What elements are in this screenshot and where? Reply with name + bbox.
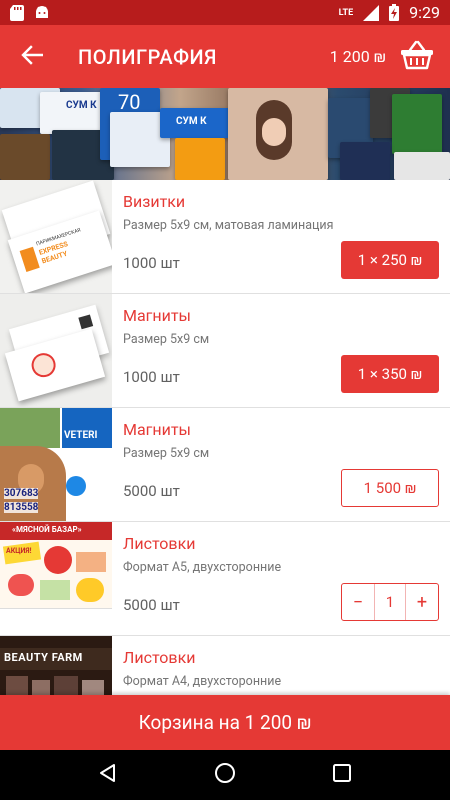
battery-charging-icon (389, 4, 400, 21)
thumbnail-text: 307683 (4, 488, 39, 499)
product-info: Листовки Формат А4, двухсторонние (112, 636, 450, 695)
recents-square-icon (332, 764, 351, 786)
product-thumbnail: ПАРИКМАХЕРСКАЯ EXPRESS BEAUTY (0, 180, 112, 293)
decrement-button[interactable]: − (342, 584, 374, 620)
product-quantity: 5000 шт (123, 596, 180, 614)
clock: 9:29 (409, 3, 440, 22)
product-description: Размер 5x9 см (123, 332, 210, 347)
banner-card (228, 88, 328, 180)
promo-banner[interactable]: СУМ К 70 СУМ К (0, 88, 450, 180)
quantity-stepper: − 1 + (341, 583, 439, 621)
list-item[interactable]: «МЯСНОЙ БАЗАР» АКЦИЯ! Листовки Формат А5… (0, 522, 450, 636)
product-name[interactable]: Листовки (123, 534, 195, 553)
product-info: Листовки Формат А5, двухсторонние 5000 ш… (112, 522, 450, 635)
product-name[interactable]: Визитки (123, 192, 185, 211)
cart-button[interactable] (392, 25, 442, 88)
app-bar: ПОЛИГРАФИЯ 1 200 ₪ (0, 25, 450, 88)
product-list[interactable]: ПАРИКМАХЕРСКАЯ EXPRESS BEAUTY Визитки Ра… (0, 180, 450, 695)
status-bar: LTE 9:29 (0, 0, 450, 25)
list-item[interactable]: ПАРИКМАХЕРСКАЯ EXPRESS BEAUTY Визитки Ра… (0, 180, 450, 294)
signal-icon (363, 4, 380, 21)
product-name[interactable]: Магниты (123, 306, 191, 325)
home-circle-icon (214, 762, 236, 788)
nav-home-button[interactable] (205, 755, 245, 795)
page-title: ПОЛИГРАФИЯ (78, 44, 217, 69)
thumbnail-text: АКЦИЯ! (6, 547, 32, 555)
sd-card-icon (10, 4, 24, 21)
product-name[interactable]: Листовки (123, 648, 195, 667)
list-item[interactable]: BEAUTY FARM Листовки Формат А4, двухстор… (0, 636, 450, 695)
product-info: Визитки Размер 5x9 см, матовая ламинация… (112, 180, 450, 293)
network-type-label: LTE (338, 7, 354, 18)
product-description: Формат А5, двухсторонние (123, 560, 282, 575)
nav-recents-button[interactable] (322, 755, 362, 795)
product-quantity: 1000 шт (123, 254, 180, 272)
product-thumbnail: BEAUTY FARM (0, 636, 112, 695)
product-thumbnail (0, 294, 112, 407)
arrow-back-icon (21, 44, 44, 70)
system-nav-bar (0, 750, 450, 800)
add-to-cart-button[interactable]: 1 × 250 ₪ (341, 241, 439, 279)
checkout-button[interactable]: Корзина на 1 200 ₪ (0, 695, 450, 750)
banner-card (394, 152, 450, 180)
product-thumbnail: «МЯСНОЙ БАЗАР» АКЦИЯ! (0, 522, 112, 635)
back-triangle-icon (98, 763, 118, 787)
product-quantity: 5000 шт (123, 482, 180, 500)
nav-back-button[interactable] (88, 755, 128, 795)
product-description: Размер 5x9 см, матовая ламинация (123, 218, 334, 233)
product-info: Магниты Размер 5x9 см 1000 шт 1 × 350 ₪ (112, 294, 450, 407)
thumbnail-text: BEAUTY FARM (4, 651, 83, 664)
product-description: Формат А4, двухсторонние (123, 674, 282, 689)
increment-button[interactable]: + (406, 584, 438, 620)
list-item[interactable]: Магниты Размер 5x9 см 1000 шт 1 × 350 ₪ (0, 294, 450, 408)
thumbnail-text: VETERI (64, 430, 98, 441)
banner-card (340, 142, 390, 180)
basket-icon (400, 40, 434, 74)
banner-card-text: 70 (118, 90, 141, 114)
banner-card (392, 94, 442, 154)
banner-card: СУМ К (160, 108, 230, 138)
thumbnail-text: 813558 (4, 502, 39, 513)
back-button[interactable] (0, 25, 64, 88)
android-icon (34, 5, 50, 21)
stepper-value: 1 (374, 584, 406, 620)
banner-card (0, 134, 50, 180)
add-to-cart-button[interactable]: 1 × 350 ₪ (341, 355, 439, 393)
banner-card-text: СУМ К (176, 116, 207, 127)
add-to-cart-button[interactable]: 1 500 ₪ (341, 469, 439, 507)
product-info: Магниты Размер 5x9 см 5000 шт 1 500 ₪ (112, 408, 450, 521)
product-description: Размер 5x9 см (123, 446, 210, 461)
banner-card (175, 138, 225, 180)
list-item[interactable]: VETERI 307683 813558 Магниты Размер 5x9 … (0, 408, 450, 522)
product-thumbnail: VETERI 307683 813558 (0, 408, 112, 521)
cart-total[interactable]: 1 200 ₪ (330, 47, 386, 66)
product-quantity: 1000 шт (123, 368, 180, 386)
thumbnail-text: «МЯСНОЙ БАЗАР» (12, 525, 82, 534)
product-name[interactable]: Магниты (123, 420, 191, 439)
